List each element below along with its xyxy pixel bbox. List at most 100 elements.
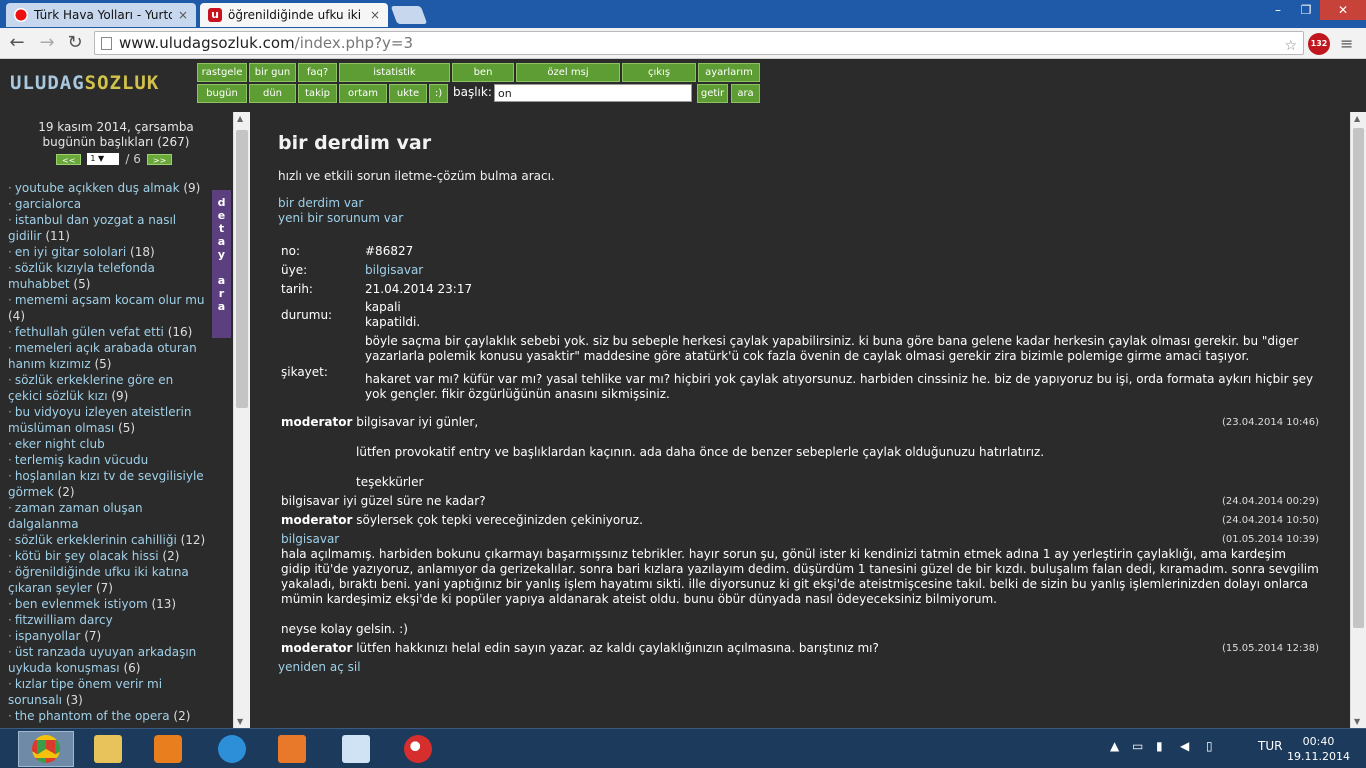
nav-ukte-button[interactable]: ukte xyxy=(389,84,427,103)
address-bar[interactable]: www.uludagsozluk.com/index.php?y=3 ☆ xyxy=(94,31,1304,55)
topic-list-item[interactable]: · mememi açsam kocam olur mu (4) xyxy=(8,292,208,324)
taskbar-office[interactable] xyxy=(264,731,320,767)
topic-title[interactable]: youtube açıkken duş almak xyxy=(15,181,180,195)
taskbar-explorer[interactable] xyxy=(80,731,136,767)
taskbar-media[interactable] xyxy=(140,731,196,767)
reload-icon[interactable]: ↻ xyxy=(64,32,86,54)
nav-bir-gun-button[interactable]: bir gun xyxy=(249,63,296,82)
topic-list-item[interactable]: · en iyi gitar sololari (18) xyxy=(8,244,208,260)
prev-page-button[interactable]: << xyxy=(56,153,82,165)
topic-title[interactable]: ben evlenmek istiyom xyxy=(15,597,148,611)
topic-list-item[interactable]: · öğrenildiğinde ufku iki katına çıkaran … xyxy=(8,564,208,596)
topic-list-item[interactable]: · sözlük erkeklerine göre en çekici sözlü… xyxy=(8,372,208,404)
topic-title[interactable]: terlemiş kadın vücudu xyxy=(15,453,148,467)
new-tab-button[interactable] xyxy=(390,6,428,24)
bookmark-star-icon[interactable]: ☆ xyxy=(1284,35,1297,57)
topic-title[interactable]: istanbul dan yozgat a nasıl gidilir xyxy=(8,213,176,243)
detay-ara-button[interactable]: detayara xyxy=(212,190,231,338)
topic-title[interactable]: hoşlanılan kızı tv de sevgilisiyle görme… xyxy=(8,469,204,499)
nav-rastgele-button[interactable]: rastgele xyxy=(197,63,247,82)
nav-istatistik-button[interactable]: istatistik xyxy=(339,63,450,82)
link-yeni-sorun[interactable]: yeni bir sorunum var xyxy=(278,211,403,226)
forward-icon[interactable]: → xyxy=(36,32,58,54)
topic-list-item[interactable]: · youtube açıkken duş almak (9) xyxy=(8,180,208,196)
sidebar-scrollbar[interactable]: ▲ ▼ xyxy=(233,112,250,728)
topic-list-item[interactable]: · zaman zaman oluşan dalgalanma xyxy=(8,500,208,532)
topic-list-item[interactable]: · ben evlenmek istiyom (13) xyxy=(8,596,208,612)
tab-thy[interactable]: Türk Hava Yolları - Yurtdış × xyxy=(6,3,196,27)
topic-list-item[interactable]: · garcialorca xyxy=(8,196,208,212)
main-scroll-thumb[interactable] xyxy=(1353,128,1364,628)
topic-list-item[interactable]: · sözlük erkeklerinin cahilliği (12) xyxy=(8,532,208,548)
adblock-icon[interactable]: 132 xyxy=(1308,33,1330,55)
taskbar-chrome[interactable] xyxy=(18,731,74,767)
topic-title[interactable]: sözlük erkeklerinin cahilliği xyxy=(15,533,177,547)
close-icon[interactable]: × xyxy=(370,8,380,22)
reopen-link[interactable]: yeniden aç sil xyxy=(278,660,361,674)
nav-ben-button[interactable]: ben xyxy=(452,63,514,82)
scroll-down-icon[interactable]: ▼ xyxy=(237,717,243,726)
sidebar-scroll-thumb[interactable] xyxy=(236,130,248,408)
topic-list-item[interactable]: · istanbul dan yozgat a nasıl gidilir (11… xyxy=(8,212,208,244)
complaint-user[interactable]: bilgisavar xyxy=(365,263,1320,278)
topic-title[interactable]: zaman zaman oluşan dalgalanma xyxy=(8,501,143,531)
minimize-icon[interactable]: – xyxy=(1264,0,1292,20)
menu-icon[interactable]: ≡ xyxy=(1340,36,1356,52)
topic-list-item[interactable]: · hoşlanılan kızı tv de sevgilisiyle görm… xyxy=(8,468,208,500)
nav-dun-button[interactable]: dün xyxy=(249,84,296,103)
language-indicator[interactable]: TUR xyxy=(1258,739,1282,753)
topic-list-item[interactable]: · ispanyollar (7) xyxy=(8,628,208,644)
signal-icon[interactable]: ▮ xyxy=(1156,739,1163,753)
topic-title[interactable]: bu vidyoyu izleyen ateistlerin müslüman … xyxy=(8,405,191,435)
close-icon[interactable]: × xyxy=(178,8,188,22)
topic-title[interactable]: garcialorca xyxy=(15,197,81,211)
keyboard-icon[interactable]: ▭ xyxy=(1132,739,1143,753)
ara-button[interactable]: ara xyxy=(731,84,760,103)
tab-uludag[interactable]: u öğrenildiğinde ufku iki katı × xyxy=(200,3,388,27)
topic-list-item[interactable]: · kızlar tipe önem verir mi sorunsalı (3) xyxy=(8,676,208,708)
scroll-up-icon[interactable]: ▲ xyxy=(237,114,243,123)
topic-title[interactable]: en iyi gitar sololari xyxy=(15,245,126,259)
link-bir-derdim-var[interactable]: bir derdim var xyxy=(278,196,403,211)
next-page-button[interactable]: >> xyxy=(146,153,173,165)
nav-ozel-msj-button[interactable]: özel msj xyxy=(516,63,620,82)
tray-arrow-icon[interactable]: ▲ xyxy=(1110,739,1119,753)
taskbar-game[interactable] xyxy=(390,731,446,767)
post-author[interactable]: bilgisavar xyxy=(281,532,1319,547)
nav-smiley-button[interactable]: :) xyxy=(429,84,448,103)
topic-title[interactable]: sözlük erkeklerine göre en çekici sözlük… xyxy=(8,373,173,403)
restore-icon[interactable]: ❐ xyxy=(1292,0,1320,20)
scroll-up-icon[interactable]: ▲ xyxy=(1354,114,1360,123)
topic-title[interactable]: the phantom of the opera xyxy=(15,709,170,723)
battery-icon[interactable]: ▯ xyxy=(1206,739,1213,753)
taskbar-ie[interactable] xyxy=(204,731,260,767)
post-author[interactable]: bilgisavar xyxy=(281,494,339,508)
topic-title[interactable]: kötü bir şey olacak hissi xyxy=(15,549,159,563)
topic-list-item[interactable]: · sözlük kızıyla telefonda muhabbet (5) xyxy=(8,260,208,292)
nav-ayarlarim-button[interactable]: ayarlarım xyxy=(698,63,760,82)
topic-list-item[interactable]: · the phantom of the opera (2) xyxy=(8,708,208,724)
window-close-icon[interactable]: ✕ xyxy=(1320,0,1366,20)
scroll-down-icon[interactable]: ▼ xyxy=(1354,717,1360,726)
topic-list-item[interactable]: · bu vidyoyu izleyen ateistlerin müslüman… xyxy=(8,404,208,436)
topic-title[interactable]: kızlar tipe önem verir mi sorunsalı xyxy=(8,677,162,707)
nav-takip-button[interactable]: takip xyxy=(298,84,337,103)
topic-title[interactable]: ispanyollar xyxy=(15,629,81,643)
page-select[interactable]: 1 ▼ xyxy=(87,153,120,165)
baslik-input[interactable] xyxy=(494,84,692,102)
nav-ortam-button[interactable]: ortam xyxy=(339,84,387,103)
main-scrollbar[interactable]: ▲ ▼ xyxy=(1350,112,1366,728)
topic-title[interactable]: mememi açsam kocam olur mu xyxy=(15,293,205,307)
site-logo[interactable]: ULUDAGSOZLUK xyxy=(10,72,159,94)
nav-cikis-button[interactable]: çıkış xyxy=(622,63,696,82)
topic-title[interactable]: eker night club xyxy=(15,437,105,451)
nav-bugun-button[interactable]: bugün xyxy=(197,84,247,103)
topic-list-item[interactable]: · üst ranzada uyuyan arkadaşın uykuda kon… xyxy=(8,644,208,676)
taskbar-app[interactable] xyxy=(328,731,384,767)
topic-list-item[interactable]: · fethullah gülen vefat etti (16) xyxy=(8,324,208,340)
topic-list-item[interactable]: · kötü bir şey olacak hissi (2) xyxy=(8,548,208,564)
getir-button[interactable]: getir xyxy=(697,84,728,103)
topic-list-item[interactable]: · terlemiş kadın vücudu xyxy=(8,452,208,468)
topic-title[interactable]: üst ranzada uyuyan arkadaşın uykuda konu… xyxy=(8,645,196,675)
volume-icon[interactable]: ◀ xyxy=(1180,739,1189,753)
